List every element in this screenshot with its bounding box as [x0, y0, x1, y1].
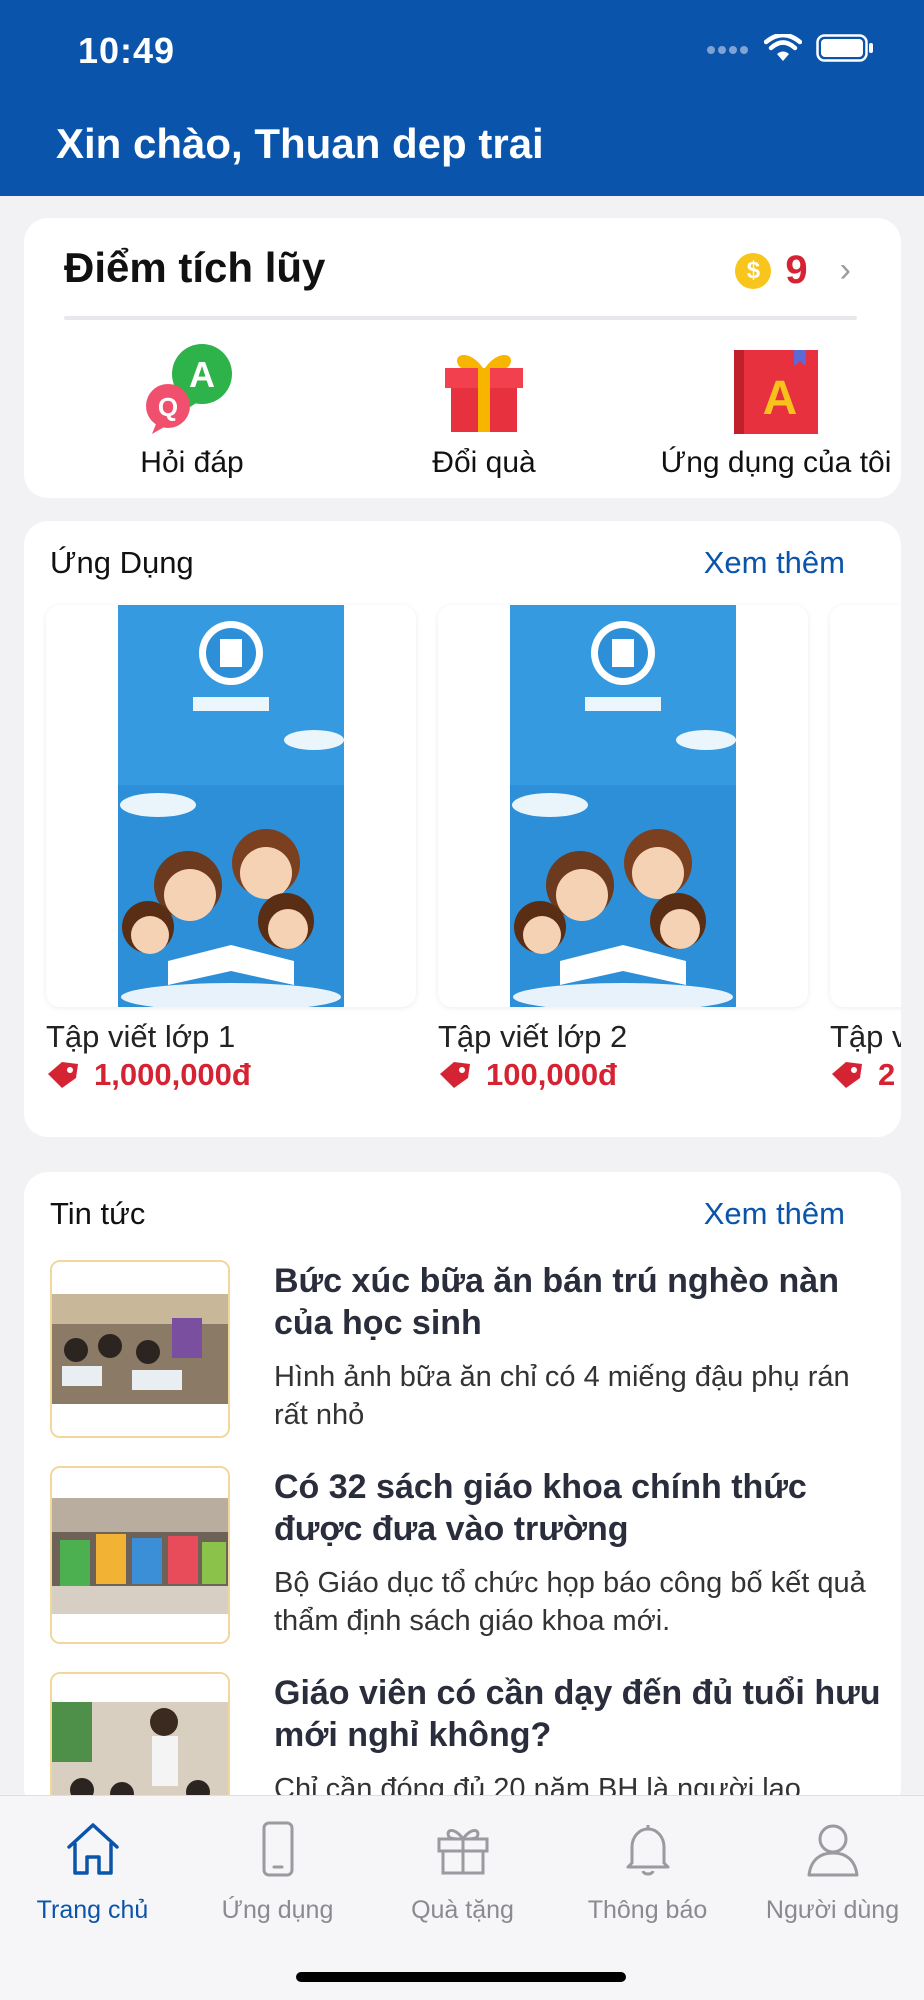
tab-user[interactable]: Người dùng — [740, 1814, 924, 1925]
status-icons — [706, 34, 874, 62]
tab-gifts[interactable]: Quà tặng — [370, 1814, 555, 1925]
app-card[interactable]: Tập viết lớp 2 100,000đ — [438, 605, 808, 1093]
app-card[interactable]: Tập viết lớp 1 1,000,000đ — [46, 605, 416, 1093]
tab-notifications-label: Thông báo — [587, 1896, 708, 1924]
phone-icon — [185, 1814, 370, 1884]
tab-notifications[interactable]: Thông báo — [555, 1814, 740, 1925]
news-title: Bức xúc bữa ăn bán trú nghèo nàn của học… — [274, 1262, 839, 1342]
news-item[interactable]: Giáo viên có cần dạy đến đủ tuổi hưu mới… — [50, 1672, 890, 1812]
app-price: 100,000đ — [438, 1057, 808, 1093]
news-section-title: Tin tức — [50, 1196, 146, 1231]
my-apps-button[interactable]: A Ứng dụng của tôi — [630, 340, 922, 480]
news-thumbnail — [50, 1466, 230, 1644]
tab-gifts-label: Quà tặng — [411, 1896, 514, 1924]
news-title: Có 32 sách giáo khoa chính thức được đưa… — [274, 1468, 807, 1548]
qa-button[interactable]: A Q Hỏi đáp — [46, 340, 338, 480]
app-price-value: 1,000,000đ — [94, 1057, 251, 1092]
svg-text:A: A — [189, 354, 215, 395]
points-value: 9 — [785, 248, 808, 292]
app-price: 2 — [830, 1057, 901, 1093]
home-indicator — [296, 1972, 626, 1982]
apps-section: Ứng Dụng Xem thêm Tập viết lớp 1 1,000,0… — [24, 521, 901, 1137]
apps-see-more-link[interactable]: Xem thêm — [704, 545, 845, 581]
app-cover-image — [438, 605, 808, 1007]
tab-apps-label: Ứng dụng — [221, 1896, 334, 1924]
qa-label: Hỏi đáp — [140, 446, 244, 479]
bottom-tab-bar: Trang chủ Ứng dụng Quà tặng Thông báo Ng… — [0, 1795, 924, 2000]
gift-icon — [370, 1814, 555, 1884]
app-price-value: 2 — [878, 1057, 896, 1092]
app-cover-image — [46, 605, 416, 1007]
battery-icon — [816, 34, 873, 62]
news-item[interactable]: Có 32 sách giáo khoa chính thức được đưa… — [50, 1466, 890, 1646]
news-description: Bộ Giáo dục tổ chức họp báo công bố kết … — [274, 1567, 866, 1637]
tab-home[interactable]: Trang chủ — [0, 1814, 185, 1925]
tab-apps[interactable]: Ứng dụng — [185, 1814, 370, 1925]
redeem-gift-button[interactable]: Đổi quà — [338, 340, 630, 480]
news-see-more-link[interactable]: Xem thêm — [704, 1196, 845, 1232]
coin-icon: $ — [735, 252, 772, 289]
app-card[interactable]: Tập v 2 — [830, 605, 901, 1093]
red-book-icon: A — [630, 340, 922, 436]
tab-home-label: Trang chủ — [36, 1896, 149, 1924]
my-apps-label: Ứng dụng của tôi — [660, 446, 892, 479]
news-description: Hình ảnh bữa ăn chỉ có 4 miếng đậu phụ r… — [274, 1361, 850, 1431]
points-card: Điểm tích lũy $ 9 › A Q Hỏi đáp Đổi quà … — [24, 218, 901, 498]
chevron-right-icon: › — [839, 251, 851, 289]
gift-box-icon — [338, 340, 630, 436]
news-section: Tin tức Xem thêm Bức xúc bữa ăn bán trú … — [24, 1172, 901, 1812]
price-tag-icon — [832, 1062, 862, 1088]
news-item[interactable]: Bức xúc bữa ăn bán trú nghèo nàn của học… — [50, 1260, 890, 1440]
redeem-gift-label: Đổi quà — [432, 446, 536, 479]
news-thumbnail — [50, 1260, 230, 1438]
status-time: 10:49 — [78, 30, 176, 71]
svg-text:A: A — [763, 372, 798, 425]
tab-user-label: Người dùng — [765, 1896, 900, 1924]
divider — [64, 316, 857, 320]
bell-icon — [555, 1814, 740, 1884]
wifi-icon — [764, 34, 802, 61]
points-summary[interactable]: $ 9 › — [735, 248, 851, 293]
app-header: 10:49 Xin chào, Thuan dep trai — [0, 0, 924, 196]
app-cover-image — [830, 605, 901, 1007]
app-name: Tập viết lớp 1 — [46, 1019, 236, 1054]
svg-text:Q: Q — [158, 392, 178, 422]
price-tag-icon — [48, 1062, 78, 1088]
greeting-title: Xin chào, Thuan dep trai — [56, 120, 544, 167]
signal-icon — [707, 46, 748, 54]
apps-section-title: Ứng Dụng — [50, 545, 194, 580]
user-icon — [740, 1814, 924, 1884]
app-name: Tập viết lớp 2 — [438, 1019, 628, 1054]
app-price-value: 100,000đ — [486, 1057, 617, 1092]
news-thumbnail — [50, 1672, 230, 1812]
news-title: Giáo viên có cần dạy đến đủ tuổi hưu mới… — [274, 1674, 881, 1754]
points-title: Điểm tích lũy — [64, 244, 326, 291]
app-name: Tập v — [830, 1019, 901, 1054]
qa-bubbles-icon: A Q — [46, 340, 338, 436]
home-icon — [0, 1814, 185, 1884]
app-price: 1,000,000đ — [46, 1057, 416, 1093]
price-tag-icon — [440, 1062, 470, 1088]
